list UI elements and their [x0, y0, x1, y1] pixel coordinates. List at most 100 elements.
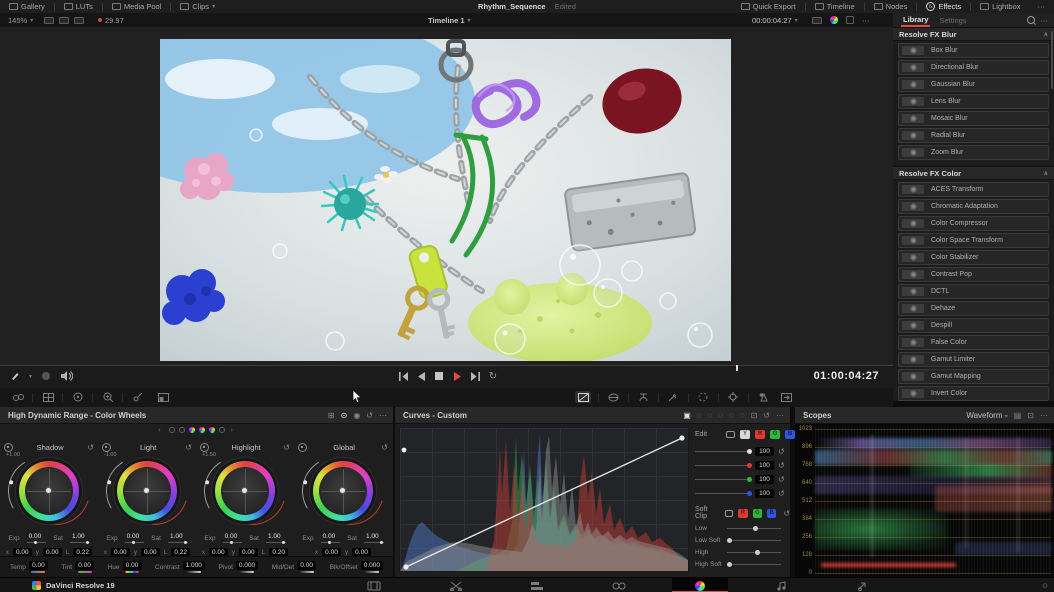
channel-slider[interactable] — [695, 493, 751, 494]
page-color[interactable] — [672, 578, 728, 592]
curves-panel-menu-icon[interactable]: ⋯ — [776, 411, 784, 420]
wheel-center-handle[interactable] — [340, 488, 345, 493]
softclip-b-button[interactable]: B — [767, 509, 776, 518]
zoom-select[interactable]: 145%▾ — [8, 13, 33, 27]
effect-item[interactable]: Gaussian Blur — [898, 77, 1049, 92]
playhead-marker[interactable] — [736, 365, 738, 371]
wheel-center-handle[interactable] — [242, 488, 247, 493]
effect-item[interactable]: Mosaic Blur — [898, 111, 1049, 126]
effect-item[interactable]: Color Compressor — [898, 216, 1049, 231]
tracker-icon[interactable] — [725, 391, 741, 403]
channel-slider[interactable] — [695, 451, 751, 452]
image-wipe-icon[interactable] — [39, 370, 53, 382]
effect-item[interactable]: Color Space Transform — [898, 233, 1049, 248]
expand-panel-icon[interactable]: ⊡ — [751, 411, 758, 420]
temp-value[interactable]: 0.00 — [29, 561, 48, 570]
color-wheel[interactable] — [110, 454, 184, 528]
split-screen-icon[interactable] — [40, 391, 56, 403]
timeline-select[interactable]: Timeline 1▾ — [428, 13, 471, 27]
viewer-timecode[interactable]: 00:00:04:27▾ — [752, 13, 798, 27]
hue-vs-sat-icon[interactable]: ◌ — [708, 411, 713, 420]
enhanced-viewer-icon[interactable] — [74, 17, 84, 24]
channel-value[interactable]: 100 — [755, 447, 774, 456]
reset-icon[interactable]: ↺ — [283, 443, 290, 452]
page-fusion[interactable] — [591, 578, 647, 592]
custom-curve-icon[interactable]: ▣ — [683, 411, 691, 420]
library-menu-icon[interactable]: ⋯ — [1041, 16, 1049, 25]
page-deliver[interactable] — [835, 578, 891, 592]
hdr-settings-icon[interactable]: ↺ — [366, 411, 373, 420]
status-icon[interactable]: ⊙ — [1042, 582, 1048, 590]
hdr-panel-menu-icon[interactable]: ⋯ — [379, 411, 387, 420]
loop-button[interactable]: ↻ — [486, 370, 500, 382]
tab-settings[interactable]: Settings — [939, 16, 966, 25]
effect-item[interactable]: Contrast Pop — [898, 267, 1049, 282]
pivot-value[interactable]: 0.000 — [236, 561, 258, 570]
clip-slider[interactable] — [727, 552, 781, 553]
goto-end-button[interactable] — [468, 370, 482, 382]
page-prev-icon[interactable]: ‹ — [158, 427, 162, 434]
quick-export-button[interactable]: Quick Export — [732, 0, 805, 13]
sat-value[interactable]: 1.00 — [70, 533, 90, 543]
page-dot[interactable] — [219, 427, 225, 433]
curve-graph[interactable] — [399, 427, 689, 572]
grab-still-icon[interactable] — [10, 391, 26, 403]
single-viewer-icon[interactable] — [44, 17, 54, 24]
annotation-tool-icon[interactable] — [8, 370, 22, 382]
channel-slider[interactable] — [695, 479, 751, 480]
zone-range-icon[interactable] — [102, 443, 111, 452]
page-dot[interactable] — [209, 427, 215, 433]
reset-icon[interactable]: ↺ — [778, 447, 785, 456]
play-button[interactable] — [450, 370, 464, 382]
page-edit[interactable] — [509, 578, 565, 592]
viewer-scrubber[interactable] — [0, 365, 893, 366]
contrast-value[interactable]: 1.000 — [183, 561, 205, 570]
channel-slider[interactable] — [695, 465, 751, 466]
channel-g-button[interactable]: G — [770, 430, 780, 439]
zone-range-icon[interactable] — [4, 443, 13, 452]
softclip-g-button[interactable]: G — [753, 509, 762, 518]
exp-value[interactable]: 0.00 — [27, 533, 47, 543]
lum-vs-sat-icon[interactable]: ◌ — [729, 411, 734, 420]
clip-slider[interactable] — [727, 528, 781, 529]
effect-item[interactable]: Box Blur — [898, 43, 1049, 58]
highlight-icon[interactable] — [70, 391, 86, 403]
tint-value[interactable]: 0.00 — [75, 561, 94, 570]
tab-library[interactable]: Library — [901, 14, 930, 27]
sat-value[interactable]: 1.00 — [266, 533, 286, 543]
effect-item[interactable]: Radial Blur — [898, 128, 1049, 143]
link-channels-icon[interactable] — [726, 431, 735, 438]
reset-icon[interactable]: ↺ — [778, 489, 785, 498]
library-scrollbar[interactable] — [1051, 31, 1053, 89]
effect-item[interactable]: Invert Color — [898, 386, 1049, 401]
channel-value[interactable]: 100 — [755, 475, 774, 484]
black-offset-control[interactable]: Blk/Offset0.000 — [330, 561, 383, 573]
camera-raw-icon[interactable] — [812, 17, 822, 24]
blur-palette-icon[interactable] — [755, 391, 771, 403]
effect-item[interactable]: DCTL — [898, 284, 1049, 299]
color-wheel[interactable] — [208, 454, 282, 528]
effect-item[interactable]: Zoom Blur — [898, 145, 1049, 160]
reset-icon[interactable]: ↺ — [87, 443, 94, 452]
effect-item[interactable]: False Color — [898, 335, 1049, 350]
page-cut[interactable] — [428, 578, 484, 592]
exp-value[interactable]: 0.00 — [321, 533, 341, 543]
effect-item[interactable]: Gamut Limiter — [898, 352, 1049, 367]
reset-icon[interactable]: ↺ — [778, 475, 785, 484]
scopes-panel-menu-icon[interactable]: ⋯ — [1040, 411, 1048, 420]
page-fairlight[interactable] — [754, 578, 810, 592]
page-next-icon[interactable]: › — [230, 427, 234, 434]
effect-item[interactable]: Despill — [898, 318, 1049, 333]
zone-range-icon[interactable] — [298, 443, 307, 452]
contrast-control[interactable]: Contrast1.000 — [155, 561, 205, 573]
hue-value[interactable]: 0.00 — [123, 561, 142, 570]
clip-slider[interactable] — [727, 564, 781, 565]
collapse-icon[interactable]: ∧ — [1044, 31, 1048, 38]
image-compare-icon[interactable] — [155, 391, 171, 403]
search-icon[interactable] — [1027, 16, 1035, 24]
mid-detail-control[interactable]: Mid/Det0.00 — [272, 561, 316, 573]
effects-button[interactable]: fxEffects — [917, 0, 970, 13]
channel-r-button[interactable]: R — [755, 430, 765, 439]
page-dot[interactable] — [169, 427, 175, 433]
gallery-button[interactable]: Gallery — [0, 0, 54, 13]
